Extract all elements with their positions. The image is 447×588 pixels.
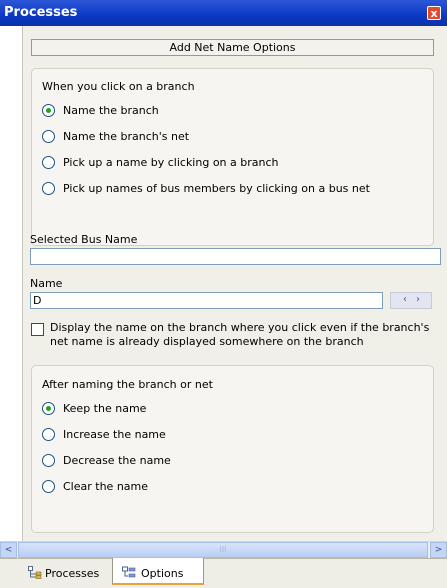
- arrow-left-icon: <: [4, 545, 13, 555]
- radio-label: Decrease the name: [63, 454, 171, 467]
- click-branch-group-title: When you click on a branch: [42, 80, 195, 93]
- options-panel: Add Net Name Options When you click on a…: [22, 26, 447, 541]
- window-title: Processes: [4, 5, 78, 20]
- tab-strip: Processes Options: [0, 558, 447, 588]
- chevron-left-icon[interactable]: ‹: [403, 294, 407, 305]
- after-naming-group: After naming the branch or net Keep the …: [31, 365, 434, 533]
- selected-bus-name-label: Selected Bus Name: [30, 233, 138, 246]
- selected-bus-name-input[interactable]: [30, 248, 441, 265]
- radio-icon[interactable]: [42, 428, 55, 441]
- radio-icon[interactable]: [42, 182, 55, 195]
- close-icon: x: [430, 7, 438, 20]
- tab-options[interactable]: Options: [112, 558, 204, 585]
- display-name-checkbox-label: Display the name on the branch where you…: [50, 321, 430, 348]
- scroll-thumb[interactable]: III: [18, 542, 428, 558]
- chevron-right-icon[interactable]: ›: [416, 294, 420, 305]
- name-stepper[interactable]: ‹ ›: [390, 292, 432, 309]
- grip-icon: III: [219, 545, 227, 554]
- tab-processes[interactable]: Processes: [22, 559, 112, 586]
- processes-icon: [28, 566, 42, 579]
- processes-window: Processes x Add Net Name Options When yo…: [0, 0, 447, 588]
- display-name-checkbox[interactable]: [31, 323, 44, 336]
- close-button[interactable]: x: [427, 6, 441, 20]
- arrow-right-icon: >: [434, 545, 443, 555]
- name-label: Name: [30, 277, 63, 290]
- radio-icon[interactable]: [42, 454, 55, 467]
- radio-selected-icon[interactable]: [42, 402, 55, 415]
- tab-options-label: Options: [141, 567, 184, 580]
- title-bar: Processes x: [0, 0, 447, 26]
- radio-label: Pick up names of bus members by clicking…: [63, 182, 370, 195]
- options-header: Add Net Name Options: [31, 39, 434, 56]
- tab-processes-label: Processes: [45, 567, 100, 580]
- radio-label: Keep the name: [63, 402, 147, 415]
- radio-icon[interactable]: [42, 156, 55, 169]
- scroll-left-button[interactable]: <: [0, 542, 17, 558]
- options-icon: [122, 566, 136, 578]
- radio-label: Name the branch's net: [63, 130, 190, 143]
- radio-label: Increase the name: [63, 428, 166, 441]
- click-branch-group: When you click on a branch Name the bran…: [31, 68, 434, 246]
- radio-icon[interactable]: [42, 130, 55, 143]
- scroll-right-button[interactable]: >: [430, 542, 447, 558]
- radio-selected-icon[interactable]: [42, 104, 55, 117]
- horizontal-scrollbar[interactable]: < III >: [0, 541, 447, 558]
- after-naming-group-title: After naming the branch or net: [42, 378, 213, 391]
- name-input[interactable]: D: [30, 292, 383, 309]
- radio-label: Name the branch: [63, 104, 159, 117]
- radio-label: Pick up a name by clicking on a branch: [63, 156, 279, 169]
- radio-label: Clear the name: [63, 480, 149, 493]
- radio-icon[interactable]: [42, 480, 55, 493]
